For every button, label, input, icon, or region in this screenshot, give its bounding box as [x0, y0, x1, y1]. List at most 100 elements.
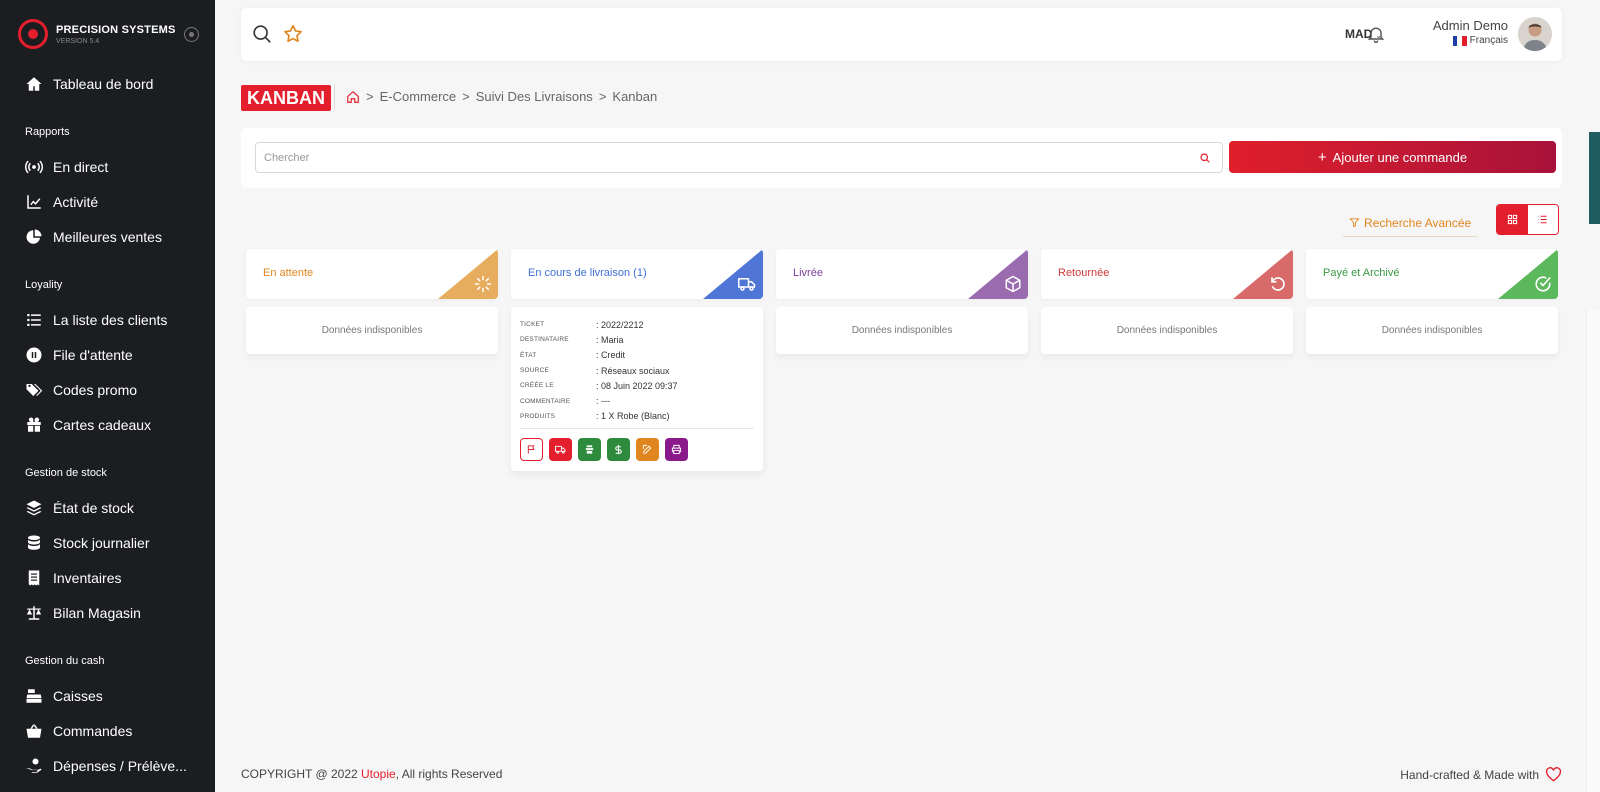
hand-money-icon: [24, 756, 44, 776]
ticket-card[interactable]: TICKET: 2022/2212 DESTINATAIRE: Maria ÉT…: [511, 307, 763, 472]
breadcrumb-item-current: Kanban: [612, 89, 658, 104]
ticket-field: CRÉÉE LE: 08 Juin 2022 09:37: [520, 378, 754, 393]
sidebar-item-label: Codes promo: [53, 381, 138, 398]
field-value: : 08 Juin 2022 09:37: [596, 380, 678, 391]
flag-button[interactable]: [520, 438, 543, 462]
sidebar-item-label: Stock journalier: [53, 534, 150, 551]
breadcrumb: > E-Commerce > Suivi Des Livraisons > Ka…: [346, 89, 657, 104]
topbar: MAD ⌄ Admin Demo Français: [241, 8, 1562, 61]
sidebar-section-title: Gestion du cash: [25, 655, 105, 667]
sidebar-item-expenses[interactable]: Dépenses / Prélève...: [0, 748, 215, 783]
sidebar-item-label: Activité: [53, 193, 99, 210]
field-value: : Réseaux sociaux: [596, 365, 670, 376]
add-order-button[interactable]: + Ajouter une commande: [1229, 141, 1556, 173]
sidebar-item-best-sales[interactable]: Meilleures ventes: [0, 219, 215, 254]
view-toggle: [1496, 204, 1559, 235]
sidebar-item-label: La liste des clients: [53, 311, 168, 328]
sidebar-item-gift-cards[interactable]: Cartes cadeaux: [0, 407, 215, 442]
tags-icon: [24, 380, 44, 400]
brand-logo-icon: [18, 19, 48, 49]
sidebar-item-promo-codes[interactable]: Codes promo: [0, 372, 215, 407]
undo-icon: [1271, 277, 1285, 291]
edit-button[interactable]: [636, 438, 659, 462]
list-icon: [24, 310, 44, 330]
title-divider: [334, 84, 335, 110]
sidebar-item-daily-stock[interactable]: Stock journalier: [0, 525, 215, 560]
sidebar-section-title: Gestion de stock: [25, 467, 107, 479]
breadcrumb-item[interactable]: Suivi Des Livraisons: [476, 89, 593, 104]
divider: [520, 428, 754, 430]
home-icon[interactable]: [346, 90, 360, 104]
breadcrumb-separator: >: [598, 89, 607, 104]
broadcast-icon: [24, 157, 44, 177]
credit-text: Hand-crafted & Made with: [1400, 767, 1539, 782]
kanban-column-paid-archived: Payé et Archivé Données indisponibles: [1306, 249, 1558, 354]
breadcrumb-item[interactable]: E-Commerce: [380, 89, 457, 104]
footer-credit: Hand-crafted & Made with: [1400, 767, 1562, 782]
print-button[interactable]: [665, 438, 688, 462]
sidebar-item-activity[interactable]: Activité: [0, 184, 215, 219]
field-value: : 1 X Robe (Blanc): [596, 411, 670, 422]
field-value: : Maria: [596, 334, 624, 345]
filter-icon: [1349, 218, 1360, 228]
home-icon: [24, 74, 44, 94]
ticket-field: PRODUITS: 1 X Robe (Blanc): [520, 409, 754, 424]
chart-line-icon: [24, 192, 44, 212]
sidebar-section-title: Loyality: [25, 279, 63, 291]
list-view-button[interactable]: [1527, 205, 1558, 234]
breadcrumb-separator: >: [462, 89, 470, 104]
column-header: En attente: [246, 249, 498, 299]
receipt-icon: [24, 568, 44, 588]
sidebar-item-cash-registers[interactable]: Caisses: [0, 678, 215, 713]
heart-icon: [1545, 767, 1562, 782]
brand[interactable]: PRECISION SYSTEMS VERSION 5.4: [0, 0, 215, 68]
sidebar-section-title: Rapports: [25, 126, 70, 138]
bell-icon[interactable]: [1366, 24, 1386, 44]
search-icon[interactable]: [1199, 152, 1211, 164]
sidebar-item-orders[interactable]: Commandes: [0, 713, 215, 748]
truck-icon: [555, 445, 566, 454]
sidebar-item-inventories[interactable]: Inventaires: [0, 560, 215, 595]
grid-view-button[interactable]: [1497, 205, 1528, 234]
kanban-column-in-delivery: En cours de livraison (1) TICKET: 2022/2…: [511, 249, 763, 472]
basket-icon: [24, 721, 44, 741]
sidebar-item-queue[interactable]: File d'attente: [0, 337, 215, 372]
search-icon[interactable]: [251, 23, 273, 45]
balance-icon: [24, 603, 44, 623]
add-order-label: Ajouter une commande: [1332, 149, 1468, 165]
sidebar-item-label: Bilan Magasin: [53, 604, 141, 621]
sidebar-item-label: Inventaires: [53, 569, 122, 586]
sidebar-item-label: Dépenses / Prélève...: [53, 757, 187, 774]
advanced-search-button[interactable]: Recherche Avancée: [1343, 209, 1478, 237]
sidebar-item-store-balance[interactable]: Bilan Magasin: [0, 595, 215, 630]
language-selector[interactable]: Français: [1433, 35, 1508, 46]
avatar[interactable]: [1518, 17, 1552, 51]
sidebar: PRECISION SYSTEMS VERSION 5.4 Tableau de…: [0, 0, 215, 792]
sidebar-item-clients[interactable]: La liste des clients: [0, 302, 215, 337]
payment-button[interactable]: [607, 438, 630, 462]
star-icon[interactable]: [282, 23, 304, 45]
kanban-column-delivered: Livrée Données indisponibles: [776, 249, 1028, 354]
footer-copyright: COPYRIGHT @ 2022 Utopie, All rights Rese…: [241, 767, 502, 781]
company-link[interactable]: Utopie: [361, 767, 396, 781]
ticket-field: SOURCE : Réseaux sociaux: [520, 363, 754, 378]
printer-icon: [671, 444, 682, 455]
search-input[interactable]: [255, 142, 1223, 173]
archive-button[interactable]: [578, 438, 601, 462]
sidebar-item-label: File d'attente: [53, 346, 133, 363]
flag-icon: [527, 445, 535, 454]
sidebar-item-stock-state[interactable]: État de stock: [0, 490, 215, 525]
archive-icon: [585, 445, 594, 454]
sidebar-item-label: Meilleures ventes: [53, 228, 162, 245]
ship-button[interactable]: [549, 438, 572, 462]
sidebar-item-dashboard[interactable]: Tableau de bord: [0, 66, 215, 101]
box-icon: [1005, 275, 1021, 293]
pie-chart-icon: [24, 227, 44, 247]
brand-name: PRECISION SYSTEMS: [56, 23, 176, 36]
sidebar-item-live[interactable]: En direct: [0, 149, 215, 184]
field-label: SOURCE: [520, 367, 550, 375]
column-title: En cours de livraison (1): [528, 267, 647, 279]
user-menu[interactable]: Admin Demo Français: [1433, 18, 1508, 46]
ticket-field: COMMENTAIRE: ---: [520, 393, 754, 408]
sidebar-collapse-icon[interactable]: [184, 27, 199, 42]
